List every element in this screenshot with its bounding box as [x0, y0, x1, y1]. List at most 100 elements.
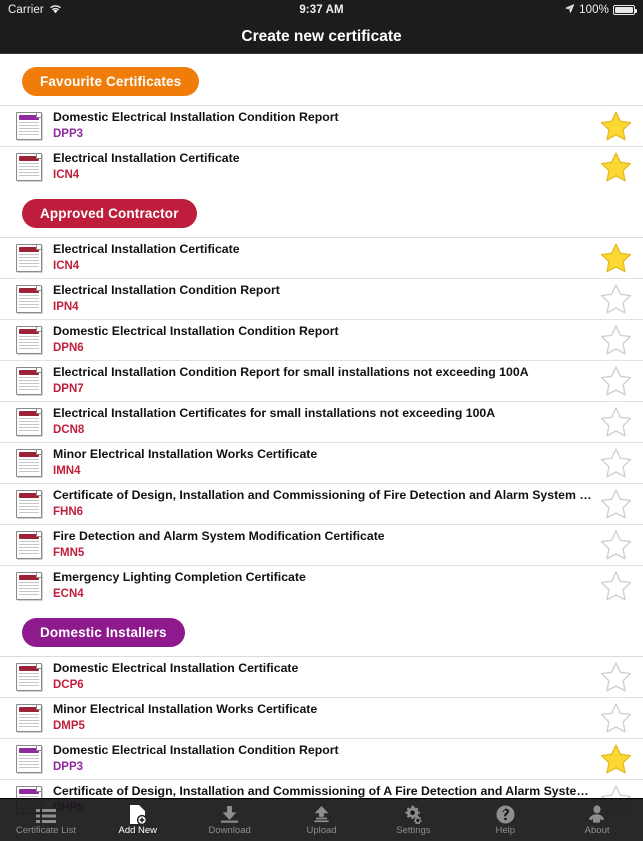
certificate-row[interactable]: Domestic Electrical Installation Conditi… [0, 319, 643, 360]
tab-upload[interactable]: Upload [276, 799, 368, 841]
tab-about[interactable]: About [551, 799, 643, 841]
favourite-star-filled-icon[interactable] [599, 151, 633, 183]
document-icon [16, 112, 42, 140]
certificate-row[interactable]: Minor Electrical Installation Works Cert… [0, 697, 643, 738]
favourite-star-empty-icon[interactable] [599, 488, 633, 520]
favourite-star-filled-icon[interactable] [599, 110, 633, 142]
favourite-star-empty-icon[interactable] [599, 702, 633, 734]
certificate-row-text: Domestic Electrical Installation Certifi… [42, 661, 593, 692]
tab-download[interactable]: Download [184, 799, 276, 841]
certificate-list[interactable]: Favourite Certificates Domestic Electrica… [0, 54, 643, 841]
certificate-row[interactable]: Emergency Lighting Completion Certificat… [0, 565, 643, 606]
certificate-row-text: Minor Electrical Installation Works Cert… [42, 702, 593, 733]
section-badge: Favourite Certificates [22, 67, 200, 96]
tab-help[interactable]: Help [459, 799, 551, 841]
battery-percent-label: 100% [579, 4, 609, 16]
certificate-title: Electrical Installation Certificate [53, 151, 240, 166]
certificate-row[interactable]: Electrical Installation Condition Report… [0, 360, 643, 401]
page-title: Create new certificate [241, 27, 402, 45]
certificate-row-text: Fire Detection and Alarm System Modifica… [42, 529, 593, 560]
tab-settings[interactable]: Settings [367, 799, 459, 841]
document-icon [16, 745, 42, 773]
document-icon [16, 326, 42, 354]
certificate-row[interactable]: Domestic Electrical Installation Certifi… [0, 656, 643, 697]
gears-icon [403, 805, 423, 824]
certificate-title: Electrical Installation Certificate [53, 242, 240, 257]
certificate-title: Domestic Electrical Installation Certifi… [53, 661, 299, 676]
certificate-code: ICN4 [53, 168, 80, 181]
nav-bar: Create new certificate [0, 20, 643, 53]
document-add-icon [129, 804, 147, 824]
certificate-code: FMN5 [53, 546, 85, 559]
tab-add-new[interactable]: Add New [92, 799, 184, 841]
location-arrow-icon [564, 3, 575, 17]
certificate-row-text: Electrical Installation Certificate ICN4 [42, 242, 593, 273]
tab-label: Upload [306, 824, 337, 836]
certificate-row-text: Domestic Electrical Installation Conditi… [42, 743, 593, 774]
certificate-code: DPN6 [53, 341, 84, 354]
certificate-code: DPP3 [53, 760, 84, 773]
certificate-code: DCN8 [53, 423, 85, 436]
certificate-row-text: Domestic Electrical Installation Conditi… [42, 324, 593, 355]
certificate-row-text: Electrical Installation Condition Report… [42, 365, 593, 396]
favourite-star-empty-icon[interactable] [599, 283, 633, 315]
status-bar-time: 9:37 AM [299, 4, 344, 16]
status-bar: Carrier 9:37 AM 100% [0, 0, 643, 20]
document-icon [16, 244, 42, 272]
certificate-code: ECN4 [53, 587, 84, 600]
tab-bar[interactable]: Certificate List Add New Download Upload Set… [0, 798, 643, 841]
favourite-star-filled-icon[interactable] [599, 743, 633, 775]
certificate-row-text: Domestic Electrical Installation Conditi… [42, 110, 593, 141]
section-header: Domestic Installers [0, 606, 643, 656]
document-icon [16, 449, 42, 477]
favourite-star-empty-icon[interactable] [599, 324, 633, 356]
tab-label: Help [495, 824, 515, 836]
app-root: Carrier 9:37 AM 100% Create new certific… [0, 0, 643, 841]
tab-certificate-list[interactable]: Certificate List [0, 799, 92, 841]
tab-label: Settings [396, 824, 431, 836]
certificate-code: ICN4 [53, 259, 80, 272]
document-icon [16, 153, 42, 181]
certificate-row[interactable]: Certificate of Design, Installation and … [0, 483, 643, 524]
certificate-code: FHN6 [53, 505, 84, 518]
section-badge: Domestic Installers [22, 618, 185, 647]
certificate-row[interactable]: Domestic Electrical Installation Conditi… [0, 738, 643, 779]
certificate-code: DCP6 [53, 678, 84, 691]
certificate-row[interactable]: Domestic Electrical Installation Conditi… [0, 105, 643, 146]
certificate-row[interactable]: Electrical Installation Certificate ICN4 [0, 146, 643, 187]
wifi-icon [49, 4, 62, 17]
certificate-code: IMN4 [53, 464, 81, 477]
favourite-star-empty-icon[interactable] [599, 570, 633, 602]
carrier-label: Carrier [8, 4, 44, 16]
document-icon [16, 572, 42, 600]
tab-label: Download [208, 824, 251, 836]
certificate-title: Certificate of Design, Installation and … [53, 488, 593, 503]
certificate-row-text: Electrical Installation Certificates for… [42, 406, 593, 437]
document-icon [16, 285, 42, 313]
status-bar-left: Carrier [8, 4, 62, 17]
certificate-code: DPN7 [53, 382, 84, 395]
certificate-code: DMP5 [53, 719, 85, 732]
certificate-title: Electrical Installation Condition Report… [53, 365, 529, 380]
certificate-row[interactable]: Fire Detection and Alarm System Modifica… [0, 524, 643, 565]
certificate-row[interactable]: Minor Electrical Installation Works Cert… [0, 442, 643, 483]
certificate-title: Electrical Installation Condition Report [53, 283, 280, 298]
download-icon [220, 805, 239, 824]
favourite-star-filled-icon[interactable] [599, 242, 633, 274]
certificate-title: Emergency Lighting Completion Certificat… [53, 570, 306, 585]
certificate-row[interactable]: Electrical Installation Certificates for… [0, 401, 643, 442]
favourite-star-empty-icon[interactable] [599, 661, 633, 693]
tab-label: About [584, 824, 610, 836]
favourite-star-empty-icon[interactable] [599, 365, 633, 397]
favourite-star-empty-icon[interactable] [599, 406, 633, 438]
certificate-title: Minor Electrical Installation Works Cert… [53, 702, 318, 717]
certificate-title: Domestic Electrical Installation Conditi… [53, 743, 339, 758]
favourite-star-empty-icon[interactable] [599, 447, 633, 479]
person-icon [588, 805, 606, 824]
certificate-row[interactable]: Electrical Installation Condition Report… [0, 278, 643, 319]
certificate-title: Domestic Electrical Installation Conditi… [53, 324, 339, 339]
certificate-row[interactable]: Electrical Installation Certificate ICN4 [0, 237, 643, 278]
favourite-star-empty-icon[interactable] [599, 529, 633, 561]
question-circle-icon [496, 805, 515, 824]
certificate-title: Electrical Installation Certificates for… [53, 406, 496, 421]
